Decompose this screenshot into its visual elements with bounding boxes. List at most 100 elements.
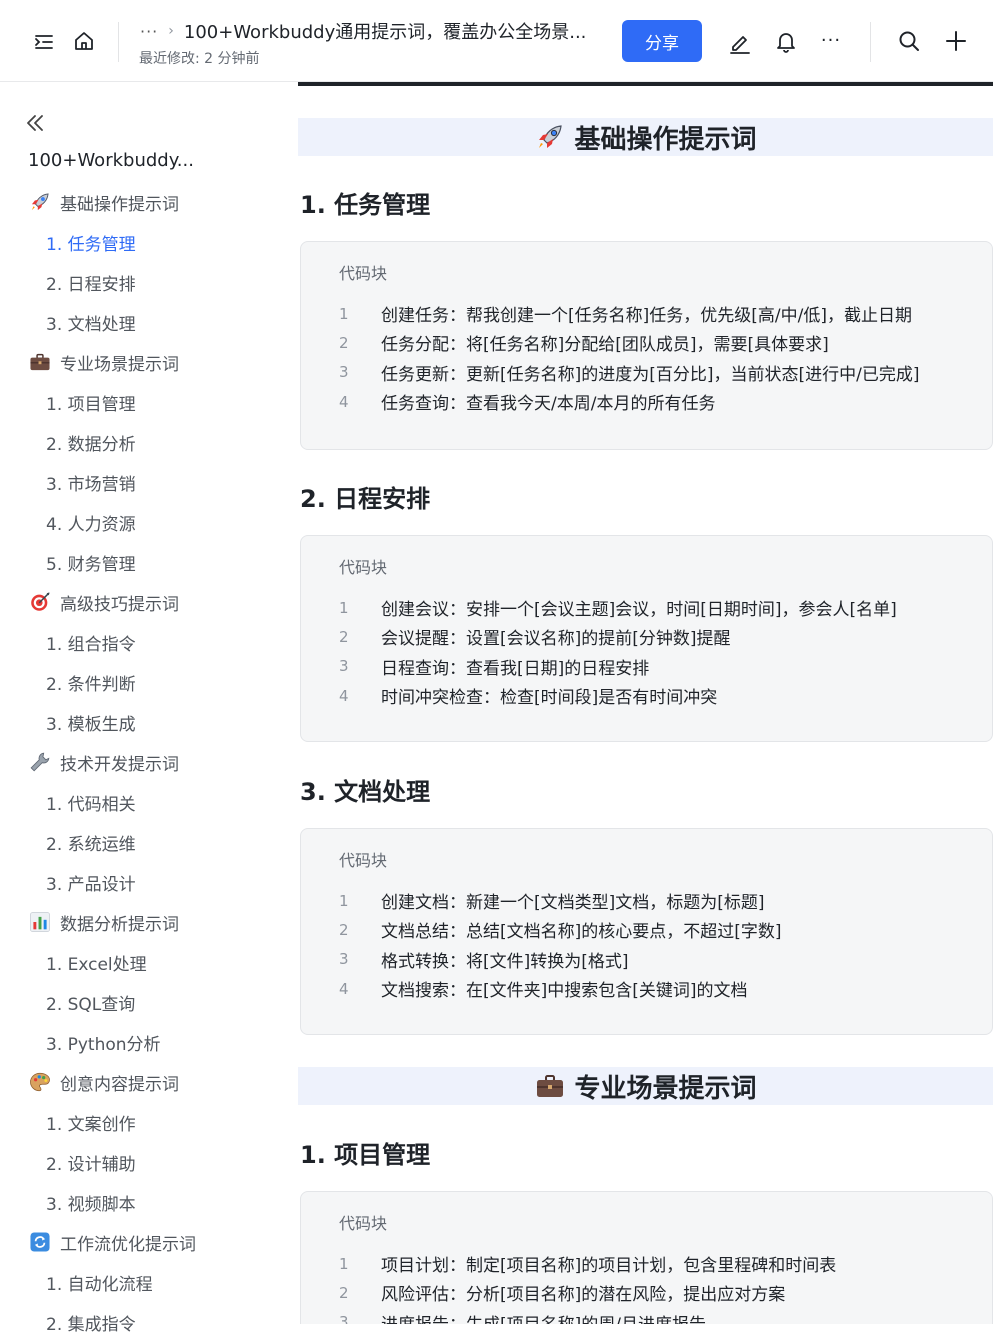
breadcrumb-ellipsis[interactable]: ··· — [140, 22, 158, 41]
toc-subsection-item[interactable]: 1. 文案创作 — [0, 1102, 280, 1142]
toc-subsection-item[interactable]: 3. 文档处理 — [0, 302, 280, 342]
code-line: 2 文档总结：总结[文档名称]的核心要点，不超过[字数] — [301, 915, 992, 944]
toc-subsection-item[interactable]: 1. 自动化流程 — [0, 1262, 280, 1302]
toc-item-label: 3. 模板生成 — [46, 714, 136, 735]
line-number: 1 — [339, 1254, 349, 1273]
toc-item-label: 创意内容提示词 — [60, 1074, 179, 1095]
code-line: 2 会议提醒：设置[会议名称]的提前[分钟数]提醒 — [301, 622, 992, 651]
toc-subsection-item[interactable]: 5. 财务管理 — [0, 542, 280, 582]
toc-subsection-item[interactable]: 2. 数据分析 — [0, 422, 280, 462]
doc-title[interactable]: 100+Workbuddy通用提示词，覆盖办公全场景... — [184, 18, 587, 44]
sidebar-toggle-icon[interactable] — [30, 28, 58, 56]
toc-item-label: 3. 视频脚本 — [46, 1194, 136, 1215]
code-line: 3 进度报告：生成[项目名称]的周/月进度报告 — [301, 1308, 992, 1324]
toc-subsection-item[interactable]: 2. SQL查询 — [0, 982, 280, 1022]
toc-section-item[interactable]: 技术开发提示词 — [0, 742, 280, 782]
toc-subsection-item[interactable]: 4. 人力资源 — [0, 502, 280, 542]
divider — [118, 22, 119, 62]
toc-subsection-item[interactable]: 2. 系统运维 — [0, 822, 280, 862]
code-block-label: 代码块 — [339, 1214, 388, 1233]
palette-icon — [28, 1070, 52, 1094]
sidebar-toc: 100+Workbuddy... 基础操作提示词 1. 任务管理 2. 日程安排 3.… — [0, 84, 280, 1335]
edit-icon[interactable] — [726, 28, 754, 56]
toc-subsection-item[interactable]: 2. 条件判断 — [0, 662, 280, 702]
briefcase-icon — [534, 1070, 566, 1102]
toc-item-label: 5. 财务管理 — [46, 554, 136, 575]
toc-subsection-item[interactable]: 3. 模板生成 — [0, 702, 280, 742]
toc-item-label: 1. 文案创作 — [46, 1114, 136, 1135]
code-line-text: 任务查询：查看我今天/本周/本月的所有任务 — [381, 394, 716, 415]
line-number: 4 — [339, 979, 349, 998]
toc-section-item[interactable]: 高级技巧提示词 — [0, 582, 280, 622]
toc-section-item[interactable]: 专业场景提示词 — [0, 342, 280, 382]
toc-subsection-item[interactable]: 3. 市场营销 — [0, 462, 280, 502]
code-line: 4 文档搜索：在[文件夹]中搜索包含[关键词]的文档 — [301, 974, 992, 1003]
line-number: 2 — [339, 1283, 349, 1302]
code-block[interactable]: 代码块 1 项目计划：制定[项目名称]的项目计划，包含里程碑和时间表 2 风险评估：分… — [300, 1191, 993, 1324]
code-line-text: 会议提醒：设置[会议名称]的提前[分钟数]提醒 — [381, 629, 731, 650]
toc-subsection-item[interactable]: 1. 组合指令 — [0, 622, 280, 662]
more-icon[interactable]: ··· — [816, 26, 846, 54]
toc-subsection-item[interactable]: 3. 视频脚本 — [0, 1182, 280, 1222]
line-number: 2 — [339, 627, 349, 646]
code-line-text: 日程查询：查看我[日期]的日程安排 — [381, 658, 650, 679]
code-line: 3 格式转换：将[文件]转换为[格式] — [301, 945, 992, 974]
header-divider — [298, 82, 993, 86]
code-lines: 1 创建会议：安排一个[会议主题]会议，时间[日期时间]，参会人[名单] 2 会议提醒… — [301, 593, 992, 710]
toc-item-label: 3. 产品设计 — [46, 874, 136, 895]
toc-item-label: 2. 设计辅助 — [46, 1154, 136, 1175]
home-icon[interactable] — [70, 27, 98, 55]
bell-icon[interactable] — [772, 27, 800, 55]
toc-subsection-item[interactable]: 3. Python分析 — [0, 1022, 280, 1062]
toc-section-item[interactable]: 创意内容提示词 — [0, 1062, 280, 1102]
toc-subsection-item[interactable]: 2. 设计辅助 — [0, 1142, 280, 1182]
share-button[interactable]: 分享 — [622, 20, 702, 62]
code-line-text: 文档总结：总结[文档名称]的核心要点，不超过[字数] — [381, 922, 782, 943]
toc-item-label: 1. 代码相关 — [46, 794, 136, 815]
line-number: 1 — [339, 891, 349, 910]
toc-item-label: 3. Python分析 — [46, 1034, 161, 1055]
code-block[interactable]: 代码块 1 创建任务：帮我创建一个[任务名称]任务，优先级[高/中/低]，截止日期… — [300, 241, 993, 450]
code-line-text: 创建会议：安排一个[会议主题]会议，时间[日期时间]，参会人[名单] — [381, 600, 897, 621]
code-lines: 1 创建任务：帮我创建一个[任务名称]任务，优先级[高/中/低]，截止日期 2 任务分… — [301, 299, 992, 416]
search-icon[interactable] — [895, 27, 923, 55]
toc-section-item[interactable]: 工作流优化提示词 — [0, 1222, 280, 1262]
code-block-label: 代码块 — [339, 851, 388, 870]
code-line: 1 项目计划：制定[项目名称]的项目计划，包含里程碑和时间表 — [301, 1249, 992, 1278]
toc-item-label: 技术开发提示词 — [60, 754, 179, 775]
line-number: 4 — [339, 686, 349, 705]
code-line: 2 风险评估：分析[项目名称]的潜在风险，提出应对方案 — [301, 1278, 992, 1307]
code-line: 1 创建会议：安排一个[会议主题]会议，时间[日期时间]，参会人[名单] — [301, 593, 992, 622]
code-line-text: 创建文档：新建一个[文档类型]文档，标题为[标题] — [381, 893, 765, 914]
heading-document-processing: 3. 文档处理 — [300, 778, 431, 806]
code-line: 4 任务查询：查看我今天/本周/本月的所有任务 — [301, 387, 992, 416]
code-block-label: 代码块 — [339, 264, 388, 283]
toc-subsection-item[interactable]: 1. 项目管理 — [0, 382, 280, 422]
plus-icon[interactable] — [942, 27, 970, 55]
breadcrumb-separator: › — [168, 23, 174, 39]
collapse-sidebar-icon[interactable] — [24, 112, 46, 138]
toc-subsection-item[interactable]: 1. 任务管理 — [0, 222, 280, 262]
sidebar-doc-name[interactable]: 100+Workbuddy... — [28, 150, 194, 171]
toc-item-label: 3. 文档处理 — [46, 314, 136, 335]
breadcrumb: ··· › 100+Workbuddy通用提示词，覆盖办公全场景... — [140, 18, 586, 44]
code-block[interactable]: 代码块 1 创建会议：安排一个[会议主题]会议，时间[日期时间]，参会人[名单] 2… — [300, 535, 993, 742]
document-body: 基础操作提示词 1. 任务管理 代码块 1 创建任务：帮我创建一个[任务名称]任务… — [298, 82, 993, 1324]
toc-section-item[interactable]: 数据分析提示词 — [0, 902, 280, 942]
bar-chart-icon — [28, 910, 52, 934]
toc-subsection-item[interactable]: 3. 产品设计 — [0, 862, 280, 902]
toc-list: 基础操作提示词 1. 任务管理 2. 日程安排 3. 文档处理专业场景提示词 1. 项目… — [0, 182, 280, 1342]
toc-item-label: 基础操作提示词 — [60, 194, 179, 215]
toc-item-label: 1. 项目管理 — [46, 394, 136, 415]
toc-subsection-item[interactable]: 2. 集成指令 — [0, 1302, 280, 1342]
code-block[interactable]: 代码块 1 创建文档：新建一个[文档类型]文档，标题为[标题] 2 文档总结：总结[文… — [300, 828, 993, 1035]
cycle-icon — [28, 1230, 52, 1254]
toc-item-label: 2. 条件判断 — [46, 674, 136, 695]
code-line: 1 创建文档：新建一个[文档类型]文档，标题为[标题] — [301, 886, 992, 915]
toc-subsection-item[interactable]: 1. Excel处理 — [0, 942, 280, 982]
code-line-text: 时间冲突检查：检查[时间段]是否有时间冲突 — [381, 688, 718, 709]
toc-section-item[interactable]: 基础操作提示词 — [0, 182, 280, 222]
toc-subsection-item[interactable]: 1. 代码相关 — [0, 782, 280, 822]
code-line-text: 格式转换：将[文件]转换为[格式] — [381, 951, 629, 972]
toc-subsection-item[interactable]: 2. 日程安排 — [0, 262, 280, 302]
